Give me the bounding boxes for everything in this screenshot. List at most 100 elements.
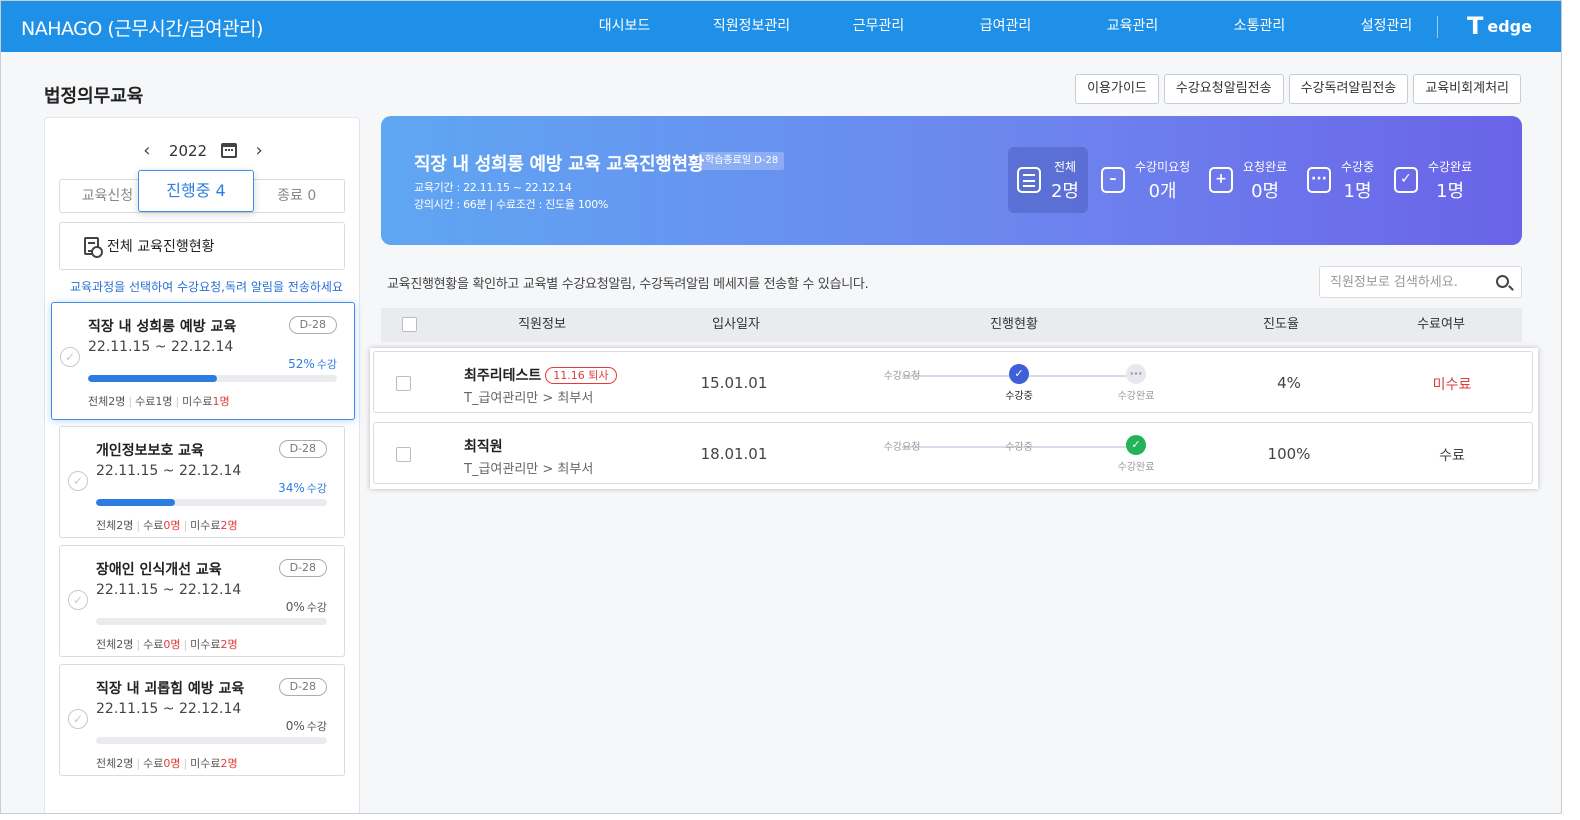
nav-education[interactable]: 교육관리 (1069, 1, 1196, 52)
step-label: 수강요청 (883, 371, 921, 382)
select-all-checkbox[interactable] (402, 317, 417, 332)
banner-time: 강의시간 : 66분 | 수료조건 : 진도율 100% (414, 198, 609, 211)
stat-label: 전체 (1053, 159, 1077, 174)
col-completion: 수료여부 (1417, 317, 1465, 332)
step-label: 수강요청 (883, 442, 921, 453)
completion-status: 수료 (1439, 448, 1465, 464)
check-icon: ✓ (1394, 167, 1418, 193)
course-card[interactable]: ✓ 직장 내 괴롭힘 예방 교육 D-28 22.11.15 ~ 22.12.1… (59, 664, 345, 776)
document-search-icon (84, 237, 103, 258)
nav-settings[interactable]: 설정관리 (1323, 1, 1450, 52)
stat-value: 1명 (1343, 180, 1372, 202)
banner-title: 직장 내 성희롱 예방 교육 교육진행현황 (414, 154, 704, 175)
dday-badge: D-28 (278, 559, 327, 577)
stat-value: 0개 (1148, 180, 1177, 202)
app-window: NAHAGO (근무시간/급여관리) 대시보드 직원정보관리 근무관리 급여관리… (0, 0, 1562, 814)
resigned-badge: 11.16 퇴사 (545, 367, 617, 384)
stat-total[interactable]: 전체 2명 (1008, 147, 1088, 213)
tedge-logo-mark: T (1467, 12, 1484, 40)
course-stats: 전체2명 | 수료0명 | 미수료2명 (96, 638, 238, 651)
course-stats: 전체2명 | 수료0명 | 미수료2명 (96, 757, 238, 770)
step-in-progress: ✓수강중 (979, 435, 1059, 453)
all-status-label: 전체 교육진행현황 (107, 239, 215, 255)
nav-payroll[interactable]: 급여관리 (942, 1, 1069, 52)
stat-label: 수강미요청 (1135, 159, 1191, 174)
stat-request-complete[interactable]: + 요청완료 0명 (1209, 147, 1287, 213)
step-requested: ✓수강요청 (862, 364, 942, 382)
course-stats: 전체2명 | 수료1명 | 미수료1명 (88, 395, 230, 408)
progress-rate: 4% (1277, 374, 1301, 392)
plus-icon: + (1209, 167, 1233, 193)
col-progress-rate: 진도율 (1263, 317, 1299, 332)
nav-work[interactable]: 근무관리 (815, 1, 942, 52)
top-nav-bar: NAHAGO (근무시간/급여관리) 대시보드 직원정보관리 근무관리 급여관리… (1, 1, 1561, 52)
step-complete: ✓ 수강완료 (1096, 435, 1176, 473)
course-period: 22.11.15 ~ 22.12.14 (88, 339, 234, 355)
tab-in-progress[interactable]: 진행중 4 (138, 170, 254, 212)
search-input[interactable] (1330, 267, 1490, 297)
row-checkbox[interactable] (396, 376, 411, 391)
action-buttons: 이용가이드 수강요청알림전송 수강독려알림전송 교육비회계처리 (1075, 74, 1521, 104)
course-card[interactable]: ✓ 장애인 인식개선 교육 D-28 22.11.15 ~ 22.12.14 0… (59, 545, 345, 657)
course-stats: 전체2명 | 수료0명 | 미수료2명 (96, 519, 238, 532)
stat-value: 0명 (1251, 180, 1280, 202)
page-title: 법정의무교육 (44, 86, 144, 107)
tab-ended[interactable]: 종료 0 (249, 180, 344, 212)
search-icon[interactable] (1496, 275, 1509, 288)
stat-label: 수강완료 (1428, 159, 1473, 174)
accounting-button[interactable]: 교육비회계처리 (1413, 74, 1521, 104)
course-progress-bar (96, 737, 327, 744)
nav-employee-info[interactable]: 직원정보관리 (688, 1, 815, 52)
check-icon: ✓ (1126, 435, 1146, 455)
employee-name: 최주리테스트 11.16 퇴사 (464, 365, 617, 385)
stat-not-requested[interactable]: – 수강미요청 0개 (1101, 147, 1190, 213)
stat-completed[interactable]: ✓ 수강완료 1명 (1394, 147, 1472, 213)
tedge-logo[interactable]: T edge (1467, 13, 1532, 39)
course-period: 22.11.15 ~ 22.12.14 (96, 463, 242, 479)
nav-communication[interactable]: 소통관리 (1196, 1, 1323, 52)
progress-steps: ✓ 수강요청 ✓수강중 ✓ 수강완료 (874, 435, 1174, 479)
brand-title[interactable]: NAHAGO (근무시간/급여관리) (21, 14, 263, 41)
table-row[interactable]: 최직원 T_급여관리만 > 최부서 18.01.01 ✓수강요청 ✓수강중 ✓수… (373, 422, 1533, 484)
guide-button[interactable]: 이용가이드 (1075, 74, 1159, 104)
employee-name: 최직원 (464, 439, 503, 455)
course-percent: 0% 수강 (285, 600, 327, 614)
course-percent: 0% 수강 (285, 719, 327, 733)
col-hire-date: 입사일자 (712, 317, 760, 332)
col-progress-status: 진행현황 (990, 317, 1038, 332)
course-card[interactable]: ✓ 직장 내 성희롱 예방 교육 D-28 22.11.15 ~ 22.12.1… (51, 302, 355, 420)
course-period: 22.11.15 ~ 22.12.14 (96, 701, 242, 717)
employee-dept: T_급여관리만 > 최부서 (464, 391, 594, 406)
step-label: 수강중 (1005, 391, 1033, 402)
table-row[interactable]: 최주리테스트11.16 퇴사 T_급여관리만 > 최부서 15.01.01 ✓수… (373, 351, 1533, 413)
prev-year-button[interactable]: ‹ (139, 140, 155, 161)
calendar-icon[interactable] (221, 143, 238, 158)
course-progress-fill (96, 499, 175, 506)
next-year-button[interactable]: › (251, 140, 267, 161)
hire-date: 18.01.01 (700, 445, 768, 463)
stat-in-progress[interactable]: ··· 수강중 1명 (1307, 147, 1374, 213)
check-icon: ✓ (1009, 364, 1029, 384)
course-progress-bar (96, 499, 327, 506)
check-circle-icon: ✓ (68, 590, 88, 610)
send-request-alert-button[interactable]: 수강요청알림전송 (1163, 74, 1284, 104)
check-circle-icon: ✓ (60, 347, 80, 367)
dday-badge: D-28 (288, 316, 337, 334)
nav-divider (1437, 16, 1438, 38)
step-label: 수강완료 (1117, 462, 1155, 473)
hint-text: 교육과정을 선택하여 수강요청,독려 알림을 전송하세요 (70, 280, 343, 294)
course-card[interactable]: ✓ 개인정보보호 교육 D-28 22.11.15 ~ 22.12.14 34%… (59, 426, 345, 538)
nav-dashboard[interactable]: 대시보드 (561, 1, 688, 52)
send-encourage-alert-button[interactable]: 수강독려알림전송 (1288, 74, 1409, 104)
check-circle-icon: ✓ (68, 471, 88, 491)
check-circle-icon: ✓ (68, 709, 88, 729)
table-description: 교육진행현황을 확인하고 교육별 수강요청알림, 수강독려알림 메세지를 전송할… (387, 277, 869, 292)
all-status-button[interactable]: 전체 교육진행현황 (59, 222, 345, 270)
tedge-logo-text: edge (1487, 16, 1532, 36)
course-progress-fill (88, 375, 218, 382)
minus-icon: – (1101, 167, 1125, 193)
course-name: 장애인 인식개선 교육 (96, 562, 222, 578)
course-name: 직장 내 성희롱 예방 교육 (88, 319, 237, 335)
row-checkbox[interactable] (396, 447, 411, 462)
completion-status: 미수료 (1432, 377, 1472, 393)
